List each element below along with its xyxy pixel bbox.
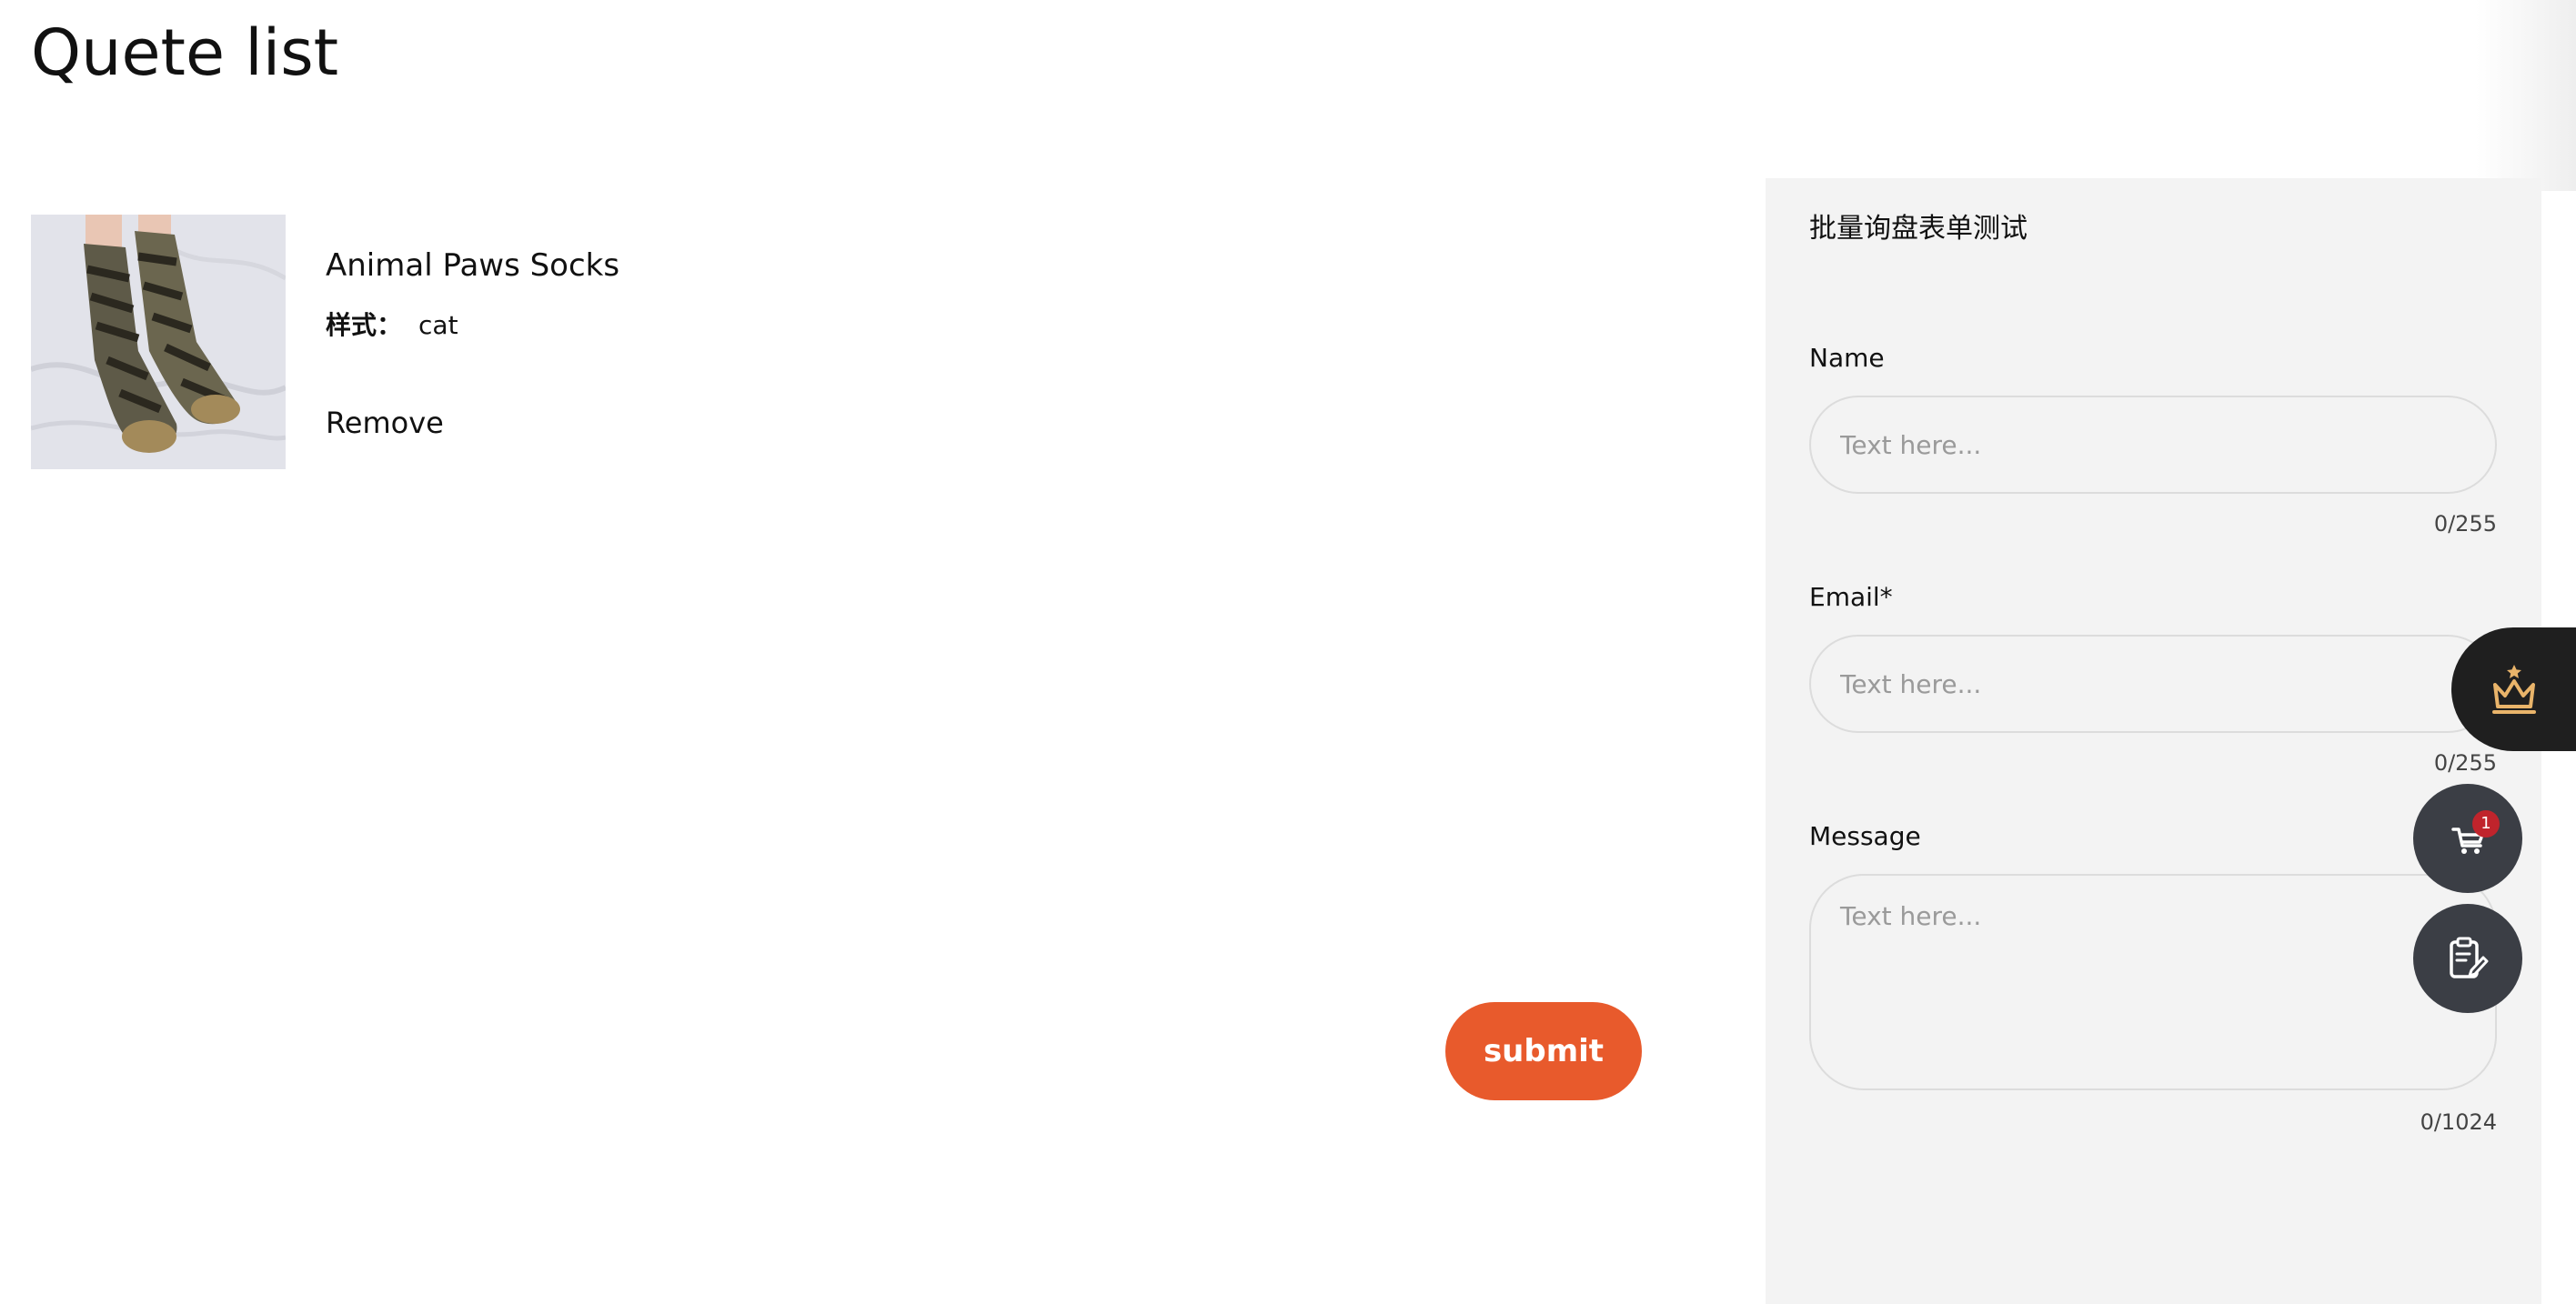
form-title: 批量询盘表单测试 — [1809, 213, 2028, 245]
cart-count-badge: 1 — [2472, 810, 2500, 838]
clipboard-edit-icon — [2450, 937, 2489, 978]
edge-shade — [2476, 0, 2576, 191]
message-label: Message — [1809, 821, 1921, 851]
email-char-count: 0/255 — [2433, 750, 2497, 776]
quote-cart-button[interactable]: 1 — [2413, 784, 2522, 893]
variant-value: cat — [418, 310, 458, 340]
submit-button[interactable]: submit — [1445, 1002, 1642, 1100]
remove-link[interactable]: Remove — [326, 404, 444, 442]
email-label: Email* — [1809, 582, 1893, 612]
message-textarea[interactable] — [1809, 874, 2497, 1090]
name-label: Name — [1809, 343, 1885, 373]
product-variant: 样式： cat — [326, 309, 458, 342]
product-name[interactable]: Animal Paws Socks — [326, 246, 619, 286]
quote-form-button[interactable] — [2413, 904, 2522, 1013]
message-char-count: 0/1024 — [2420, 1109, 2497, 1135]
crown-icon — [2491, 665, 2536, 714]
variant-label: 样式： — [326, 310, 403, 340]
email-input[interactable] — [1809, 635, 2497, 733]
vip-button[interactable] — [2451, 627, 2576, 751]
quote-item: Animal Paws Socks 样式： cat Remove — [31, 215, 1577, 478]
inquiry-form: 批量询盘表单测试 Name 0/255 Email* 0/255 Message… — [1766, 178, 2541, 1304]
name-char-count: 0/255 — [2433, 511, 2497, 537]
page-title: Quete list — [31, 15, 339, 90]
product-image[interactable] — [31, 215, 286, 469]
name-input[interactable] — [1809, 396, 2497, 494]
